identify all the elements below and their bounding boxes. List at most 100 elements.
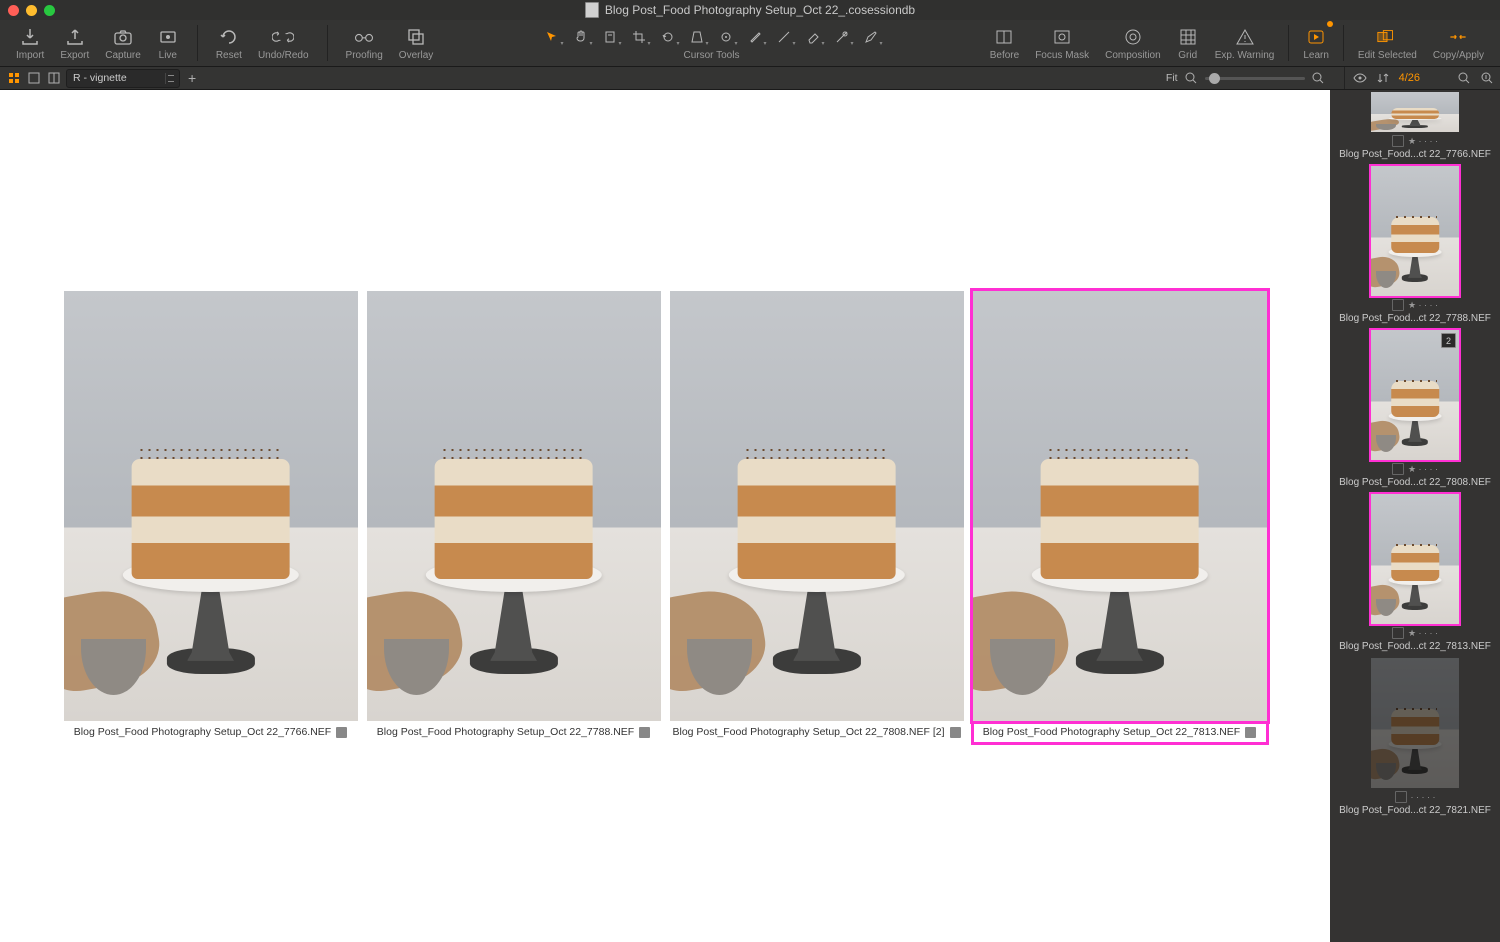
photo-card[interactable]: Blog Post_Food Photography Setup_Oct 22_… bbox=[64, 291, 358, 743]
zoom-thumb[interactable] bbox=[1209, 73, 1220, 84]
thumbnail[interactable]: 2 bbox=[1371, 330, 1459, 460]
proofing-button[interactable]: Proofing bbox=[338, 21, 391, 65]
learn-label: Learn bbox=[1303, 50, 1329, 61]
thumb-meta: ★ · · · · bbox=[1355, 298, 1475, 312]
fit-label[interactable]: Fit bbox=[1166, 72, 1178, 84]
photo-thumbnail[interactable] bbox=[670, 291, 964, 721]
thumb-meta: · · · · · bbox=[1355, 790, 1475, 804]
titlebar: Blog Post_Food Photography Setup_Oct 22_… bbox=[0, 0, 1500, 20]
thumb-card[interactable]: ★ · · · · Blog Post_Food...ct 22_7788.NE… bbox=[1355, 166, 1475, 324]
capture-button[interactable]: Capture bbox=[97, 21, 149, 65]
thumb-checkbox[interactable] bbox=[1392, 299, 1404, 311]
warning-icon bbox=[1234, 26, 1256, 48]
browser-sidebar[interactable]: ★ · · · · Blog Post_Food...ct 22_7766.NE… bbox=[1330, 90, 1500, 942]
import-icon bbox=[19, 26, 41, 48]
live-label: Live bbox=[159, 50, 177, 61]
composition-button[interactable]: Composition bbox=[1097, 21, 1169, 65]
thumbnail[interactable] bbox=[1371, 658, 1459, 788]
photo-caption: Blog Post_Food Photography Setup_Oct 22_… bbox=[973, 721, 1267, 743]
add-preset-button[interactable]: + bbox=[185, 70, 199, 86]
focusmask-button[interactable]: Focus Mask bbox=[1027, 21, 1097, 65]
thumb-card[interactable]: · · · · · Blog Post_Food...ct 22_7821.NE… bbox=[1355, 658, 1475, 816]
rotate-tool[interactable]: ▾ bbox=[654, 26, 681, 48]
thumb-card[interactable]: 2 ★ · · · · Blog Post_Food...ct 22_7808.… bbox=[1355, 330, 1475, 488]
learn-icon bbox=[1305, 26, 1327, 48]
undoredo-button[interactable]: Undo/Redo bbox=[250, 21, 317, 65]
photo-caption: Blog Post_Food Photography Setup_Oct 22_… bbox=[670, 721, 964, 743]
live-button[interactable]: Live bbox=[149, 21, 187, 65]
zoom-out-icon[interactable] bbox=[1184, 71, 1199, 86]
thumb-rating[interactable]: ★ · · · · bbox=[1408, 628, 1438, 639]
photo-thumbnail[interactable] bbox=[973, 291, 1267, 721]
photo-card[interactable]: Blog Post_Food Photography Setup_Oct 22_… bbox=[973, 291, 1267, 743]
undoredo-icon bbox=[272, 26, 294, 48]
thumb-rating[interactable]: ★ · · · · bbox=[1408, 300, 1438, 311]
thumb-filename: Blog Post_Food...ct 22_7788.NEF bbox=[1335, 313, 1495, 324]
thumb-card[interactable]: ★ · · · · Blog Post_Food...ct 22_7813.NE… bbox=[1355, 494, 1475, 652]
thumb-filename: Blog Post_Food...ct 22_7808.NEF bbox=[1335, 477, 1495, 488]
thumb-rating[interactable]: · · · · · bbox=[1411, 792, 1436, 802]
learn-button[interactable]: Learn bbox=[1295, 21, 1337, 65]
thumb-card[interactable]: ★ · · · · Blog Post_Food...ct 22_7766.NE… bbox=[1355, 92, 1475, 160]
copyapply-button[interactable]: Copy/Apply bbox=[1425, 21, 1492, 65]
photo-thumbnail[interactable] bbox=[367, 291, 661, 721]
thumbnail[interactable] bbox=[1371, 494, 1459, 624]
thumb-checkbox[interactable] bbox=[1392, 627, 1404, 639]
thumb-filename: Blog Post_Food...ct 22_7821.NEF bbox=[1335, 805, 1495, 816]
settings-badge-icon bbox=[639, 727, 650, 738]
crop-tool[interactable]: ▾ bbox=[625, 26, 652, 48]
view-single-icon[interactable] bbox=[26, 71, 41, 86]
annotation-tool[interactable]: ▾ bbox=[857, 26, 884, 48]
thumb-rating[interactable]: ★ · · · · bbox=[1408, 136, 1438, 147]
photo-filename: Blog Post_Food Photography Setup_Oct 22_… bbox=[983, 726, 1240, 738]
copyapply-label: Copy/Apply bbox=[1433, 50, 1484, 61]
sort-icon[interactable] bbox=[1376, 71, 1391, 86]
notification-dot bbox=[1327, 21, 1333, 27]
photo-card[interactable]: Blog Post_Food Photography Setup_Oct 22_… bbox=[367, 291, 661, 743]
thumbnail[interactable] bbox=[1371, 92, 1459, 132]
thumb-checkbox[interactable] bbox=[1392, 463, 1404, 475]
thumbnail[interactable] bbox=[1371, 166, 1459, 296]
preset-select[interactable]: R - vignette bbox=[66, 69, 180, 88]
view-grid-icon[interactable] bbox=[6, 71, 21, 86]
editselected-button[interactable]: Edit Selected bbox=[1350, 21, 1425, 65]
pointer-tool[interactable]: ▾ bbox=[538, 26, 565, 48]
reset-button[interactable]: Reset bbox=[208, 21, 250, 65]
thumb-meta: ★ · · · · bbox=[1355, 134, 1475, 148]
separator bbox=[1343, 25, 1344, 61]
gradient-tool[interactable]: ▾ bbox=[770, 26, 797, 48]
thumb-rating[interactable]: ★ · · · · bbox=[1408, 464, 1438, 475]
eye-icon[interactable] bbox=[1353, 71, 1368, 86]
heal-tool[interactable]: ▾ bbox=[828, 26, 855, 48]
zoom-search-icon[interactable] bbox=[1311, 71, 1326, 86]
keystone-tool[interactable]: ▾ bbox=[683, 26, 710, 48]
brush-tool[interactable]: ▾ bbox=[741, 26, 768, 48]
expwarning-button[interactable]: Exp. Warning bbox=[1207, 21, 1283, 65]
image-counter: 4/26 bbox=[1399, 72, 1420, 84]
overlay-label: Overlay bbox=[399, 50, 433, 61]
export-button[interactable]: Export bbox=[52, 21, 97, 65]
filter-icon[interactable] bbox=[1479, 71, 1494, 86]
main-toolbar: Import Export Capture Live Reset Undo/Re… bbox=[0, 20, 1500, 67]
overlay-button[interactable]: Overlay bbox=[391, 21, 441, 65]
loupe-tool[interactable]: ▾ bbox=[596, 26, 623, 48]
hand-tool[interactable]: ▾ bbox=[567, 26, 594, 48]
composition-icon bbox=[1122, 26, 1144, 48]
reset-icon bbox=[218, 26, 240, 48]
viewer[interactable]: Blog Post_Food Photography Setup_Oct 22_… bbox=[0, 90, 1330, 942]
eraser-tool[interactable]: ▾ bbox=[799, 26, 826, 48]
photo-card[interactable]: Blog Post_Food Photography Setup_Oct 22_… bbox=[670, 291, 964, 743]
zoom-slider[interactable] bbox=[1205, 77, 1305, 80]
search-icon[interactable] bbox=[1456, 71, 1471, 86]
spot-tool[interactable]: ▾ bbox=[712, 26, 739, 48]
thumb-checkbox[interactable] bbox=[1392, 135, 1404, 147]
photo-thumbnail[interactable] bbox=[64, 291, 358, 721]
before-button[interactable]: Before bbox=[982, 21, 1027, 65]
grid-button[interactable]: Grid bbox=[1169, 21, 1207, 65]
thumb-checkbox[interactable] bbox=[1395, 791, 1407, 803]
view-split-icon[interactable] bbox=[46, 71, 61, 86]
import-button[interactable]: Import bbox=[8, 21, 52, 65]
settings-badge-icon bbox=[1245, 727, 1256, 738]
import-label: Import bbox=[16, 50, 44, 61]
content: Blog Post_Food Photography Setup_Oct 22_… bbox=[0, 90, 1500, 942]
